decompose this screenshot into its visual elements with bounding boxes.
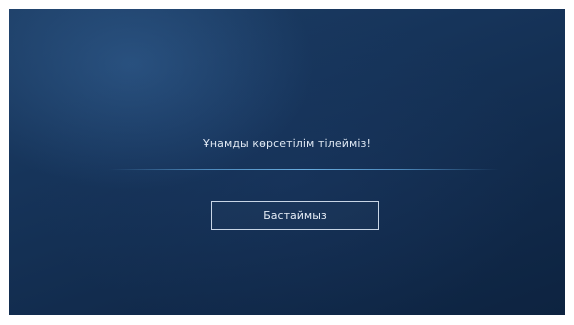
welcome-message: Ұнамды көрсетілім тілейміз! (203, 137, 371, 150)
welcome-screen: Ұнамды көрсетілім тілейміз! Бастаймыз (9, 9, 565, 315)
start-button[interactable]: Бастаймыз (211, 201, 379, 230)
divider-line (109, 169, 499, 170)
